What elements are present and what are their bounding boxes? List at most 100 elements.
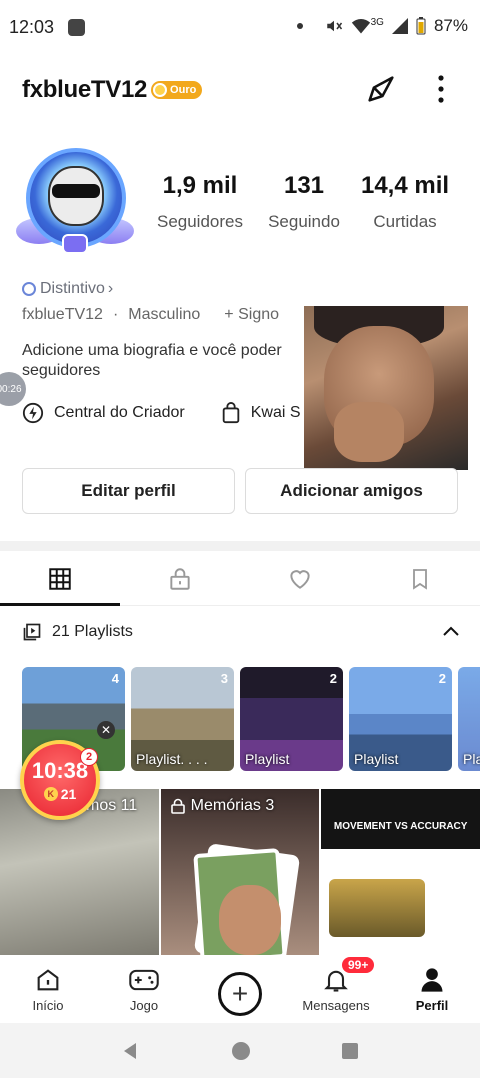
status-time: 12:03 (9, 16, 55, 37)
floating-video-preview[interactable] (304, 306, 468, 470)
distintivo-label: Distintivo (40, 280, 105, 297)
rank-badge[interactable]: Ouro (151, 81, 203, 99)
network-type: 3G (370, 16, 384, 28)
add-sign-link[interactable]: + Signo (224, 306, 279, 324)
shopping-bag-icon (222, 402, 239, 424)
profile-bio[interactable]: Adicione uma biografia e você poder segu… (22, 341, 322, 381)
grid-item-memorias[interactable]: Memórias 3 (160, 789, 320, 955)
share-icon[interactable] (364, 72, 398, 106)
playlist-count: 3 (220, 671, 228, 686)
playlist-caption: Playlist (245, 751, 290, 767)
memory-photo-face (218, 885, 281, 955)
rank-label: Ouro (170, 84, 197, 96)
kwai-coin-icon: K (43, 787, 58, 801)
notification-dot-icon (296, 23, 303, 29)
coin-counter: K 21 (43, 786, 76, 802)
recents-icon[interactable] (341, 1042, 359, 1060)
stat-label: Curtidas (373, 212, 437, 231)
kwai-shop-link[interactable]: Kwai S (221, 402, 301, 424)
timer-value: 10:38 (31, 758, 89, 783)
battery-percent: 87% (433, 16, 468, 35)
creator-center-label: Central do Criador (54, 404, 185, 421)
chevron-up-icon[interactable] (442, 624, 460, 638)
signal-icon (391, 18, 408, 34)
video-hand (334, 402, 404, 462)
status-right: 3G 87% (296, 16, 468, 36)
heart-icon (290, 569, 310, 589)
distintivo-link[interactable]: Distintivo › (22, 280, 113, 298)
app-notification-icon (68, 18, 86, 36)
profile-handle: fxblueTV12 (22, 306, 103, 323)
nav-perfil[interactable]: Perfil (384, 955, 480, 1023)
section-divider (0, 541, 480, 551)
stat-value: 14,4 mil (360, 172, 450, 199)
playlist-count: 2 (329, 671, 337, 686)
close-icon[interactable]: ✕ (97, 721, 115, 739)
stat-value: 131 (283, 172, 325, 199)
separator-dot: · (112, 306, 119, 323)
nav-label: Jogo (129, 997, 159, 1013)
nav-jogo[interactable]: Jogo (96, 955, 192, 1023)
playlist-thumb[interactable]: 3 Playlist. . . . (131, 667, 234, 771)
tab-likes[interactable] (240, 552, 360, 605)
add-friends-button[interactable]: Adicionar amigos (245, 468, 458, 514)
avatar[interactable] (14, 140, 136, 264)
nav-inicio[interactable]: Início (0, 955, 96, 1023)
stat-followers[interactable]: 1,9 mil Seguidores (140, 172, 260, 232)
chevron-right-icon: › (107, 280, 114, 297)
profile-username: fxblueTV12 (22, 76, 148, 103)
gamepad-icon (129, 969, 159, 990)
floating-reward-timer[interactable]: 10:38 K 21 2 (20, 740, 100, 820)
stat-following[interactable]: 131 Seguindo (260, 172, 348, 232)
rank-coin-icon (153, 83, 168, 97)
playlist-thumb[interactable]: Pla (458, 667, 480, 771)
avatar-glasses (52, 184, 100, 198)
creator-center-link[interactable]: Central do Criador (22, 402, 185, 424)
home-circle-icon[interactable] (231, 1041, 251, 1061)
playlist-count: 4 (111, 671, 119, 686)
playlist-caption: Playlist. . . . (136, 751, 208, 767)
video-thumb-graphic (329, 879, 426, 937)
system-navigation-bar (0, 1023, 480, 1078)
playlists-title: 21 Playlists (52, 623, 133, 640)
playlist-caption: Pla (463, 751, 480, 767)
stat-likes[interactable]: 14,4 mil Curtidas (348, 172, 462, 232)
messages-badge: 99+ (342, 957, 375, 973)
bookmark-icon (413, 568, 427, 590)
status-bar: 12:03 3G 87% (0, 0, 480, 54)
playlist-thumb[interactable]: 2 Playlist (349, 667, 452, 771)
tab-grid[interactable] (0, 552, 120, 606)
video-caption: MOVEMENT VS ACCURACY (333, 821, 468, 832)
more-options-icon[interactable] (436, 74, 446, 104)
playlist-count: 2 (438, 671, 446, 686)
stat-value: 1,9 mil (162, 172, 238, 199)
badge-hex-icon (22, 282, 36, 296)
tab-saved[interactable] (360, 552, 480, 605)
playlists-header[interactable]: 21 Playlists (22, 622, 462, 642)
battery-icon (416, 17, 426, 35)
nav-label: Mensagens (302, 997, 370, 1013)
content-tabs (0, 552, 480, 606)
nav-create[interactable]: + (192, 955, 288, 1023)
grid-icon (49, 567, 71, 590)
grid-label-text: Memórias 3 (190, 797, 275, 814)
lock-icon (170, 798, 185, 814)
mute-icon (326, 20, 342, 32)
playlist-thumb[interactable]: 2 Playlist (240, 667, 343, 771)
avatar-play-icon (62, 234, 88, 254)
profile-stats: 1,9 mil Seguidores 131 Seguindo 14,4 mil… (140, 172, 470, 232)
edit-profile-button[interactable]: Editar perfil (22, 468, 235, 514)
back-icon[interactable] (121, 1041, 141, 1061)
creator-row: Central do Criador Kwai S (22, 402, 337, 424)
tab-private[interactable] (120, 552, 240, 605)
stat-label: Seguindo (268, 212, 340, 231)
create-plus-icon: + (218, 972, 262, 1016)
lock-icon (170, 567, 190, 590)
playlist-caption: Playlist (354, 751, 399, 767)
grid-item-label: Memórias 3 (170, 797, 275, 815)
playlist-icon (23, 623, 41, 641)
grid-item-video[interactable]: MOVEMENT VS ACCURACY (321, 789, 480, 955)
stat-label: Seguidores (156, 212, 243, 231)
nav-mensagens[interactable]: 99+ Mensagens (288, 955, 384, 1023)
home-icon (37, 968, 59, 990)
